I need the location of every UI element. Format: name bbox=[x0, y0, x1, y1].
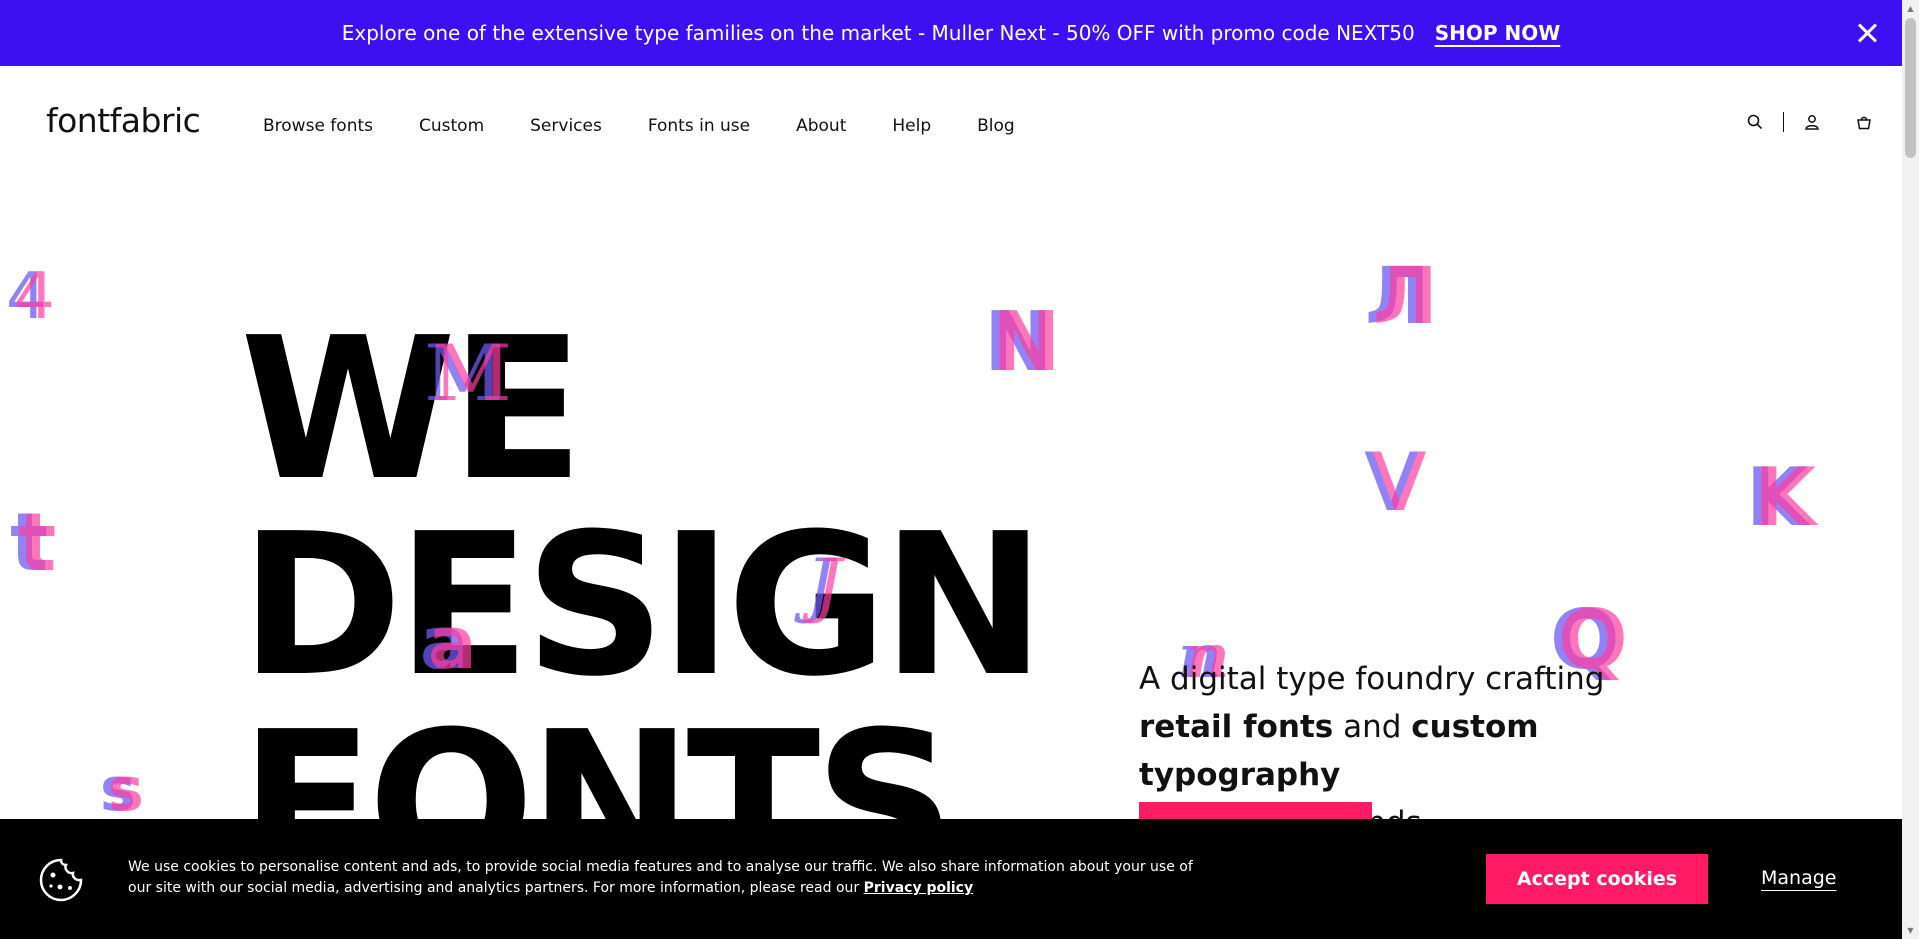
user-icon[interactable] bbox=[1804, 114, 1820, 130]
site-header: fontfabric Browse fonts Custom Services … bbox=[0, 66, 1902, 186]
nav-services[interactable]: Services bbox=[530, 116, 602, 136]
promo-text: Explore one of the extensive type famili… bbox=[341, 21, 1415, 45]
nav-browse-fonts[interactable]: Browse fonts bbox=[263, 116, 373, 136]
header-divider bbox=[1783, 112, 1784, 132]
scroll-down-arrow-icon[interactable]: ▼ bbox=[1902, 922, 1919, 939]
scrollbar-thumb[interactable] bbox=[1905, 18, 1916, 158]
promo-banner: Explore one of the extensive type famili… bbox=[0, 0, 1902, 66]
hero-line-design: DESIGN bbox=[240, 492, 1046, 720]
cart-icon[interactable] bbox=[1856, 114, 1872, 130]
nav-about[interactable]: About bbox=[796, 116, 846, 136]
nav-help[interactable]: Help bbox=[892, 116, 931, 136]
cookie-banner: We use cookies to personalise content an… bbox=[0, 819, 1902, 939]
cookie-message: We use cookies to personalise content an… bbox=[128, 859, 1193, 896]
scrollbar[interactable]: ▲ ▼ bbox=[1902, 0, 1919, 939]
accept-cookies-button[interactable]: Accept cookies bbox=[1486, 854, 1708, 904]
privacy-policy-link[interactable]: Privacy policy bbox=[864, 880, 974, 896]
cookie-icon bbox=[38, 857, 84, 907]
nav-custom[interactable]: Custom bbox=[419, 116, 484, 136]
logo[interactable]: fontfabric bbox=[46, 101, 201, 140]
manage-cookies-link[interactable]: Manage bbox=[1761, 867, 1836, 889]
search-icon[interactable] bbox=[1747, 114, 1763, 130]
tagline-retail-fonts: retail fonts bbox=[1139, 709, 1334, 745]
scroll-up-arrow-icon[interactable]: ▲ bbox=[1902, 0, 1919, 17]
main-nav: Browse fonts Custom Services Fonts in us… bbox=[263, 116, 1015, 136]
nav-fonts-in-use[interactable]: Fonts in use bbox=[648, 116, 750, 136]
nav-blog[interactable]: Blog bbox=[977, 116, 1015, 136]
close-icon[interactable] bbox=[1852, 18, 1882, 48]
hero-line-we: WE bbox=[240, 296, 584, 524]
shop-now-link[interactable]: SHOP NOW bbox=[1435, 21, 1561, 45]
header-icons bbox=[1747, 112, 1872, 132]
